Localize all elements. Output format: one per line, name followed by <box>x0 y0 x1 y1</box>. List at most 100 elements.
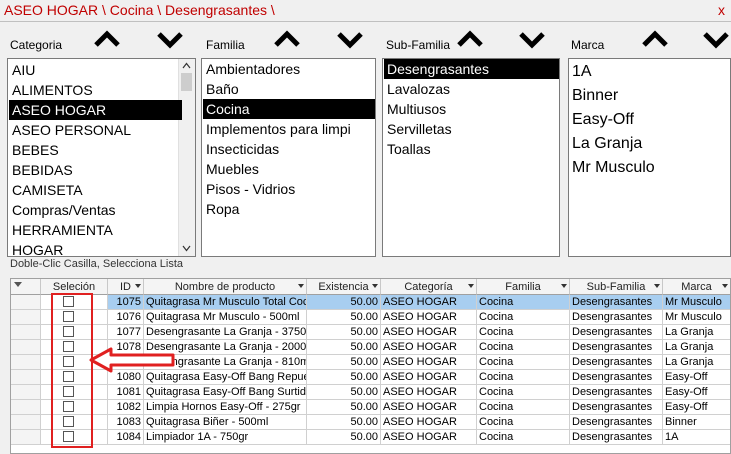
cell-id[interactable]: 1082 <box>108 400 144 415</box>
cell-sub[interactable]: Desengrasantes <box>570 370 663 385</box>
subfamilia-list-item[interactable]: Desengrasantes <box>384 59 559 79</box>
cell-name[interactable]: Quitagrasa Mr Musculo Total Coc <box>144 295 307 310</box>
cell-sub[interactable]: Desengrasantes <box>570 295 663 310</box>
cell-marca[interactable]: 1A <box>663 430 730 445</box>
cell-fam[interactable]: Cocina <box>477 355 570 370</box>
cell-marca[interactable]: La Granja <box>663 340 730 355</box>
row-header[interactable] <box>11 355 41 370</box>
cell-fam[interactable]: Cocina <box>477 325 570 340</box>
cell-sub[interactable]: Desengrasantes <box>570 325 663 340</box>
cell-sub[interactable]: Desengrasantes <box>570 385 663 400</box>
categoria-list-item[interactable]: HERRAMIENTA <box>9 220 182 240</box>
cell-sub[interactable]: Desengrasantes <box>570 400 663 415</box>
marca-list[interactable]: 1A Binner Easy-Off La Granja Mr Musculo <box>568 58 731 257</box>
cell-name[interactable]: Limpia Hornos Easy-Off - 275gr <box>144 400 307 415</box>
cell-stock[interactable]: 50.00 <box>307 310 381 325</box>
familia-list-item[interactable]: Pisos - Vidrios <box>203 179 295 199</box>
cell-stock[interactable]: 50.00 <box>307 370 381 385</box>
scroll-up-icon[interactable] <box>182 62 191 69</box>
row-header[interactable] <box>11 400 41 415</box>
column-header[interactable]: Nombre de producto <box>144 279 307 295</box>
cell-marca[interactable]: Easy-Off <box>663 385 730 400</box>
cell-stock[interactable]: 50.00 <box>307 340 381 355</box>
cell-cat[interactable]: ASEO HOGAR <box>381 400 477 415</box>
cell-cat[interactable]: ASEO HOGAR <box>381 325 477 340</box>
cell-cat[interactable]: ASEO HOGAR <box>381 415 477 430</box>
marca-up-button[interactable] <box>640 28 670 50</box>
categoria-up-button[interactable] <box>92 28 122 50</box>
filter-icon[interactable] <box>14 282 22 287</box>
categoria-list-item[interactable]: BEBES <box>9 140 182 160</box>
familia-up-button[interactable] <box>272 28 302 50</box>
sort-dropdown-icon[interactable] <box>135 284 141 288</box>
familia-list[interactable]: Ambientadores Baño Cocina Implementos para … <box>201 58 376 257</box>
marca-list-item[interactable]: Binner <box>570 84 618 108</box>
subfamilia-list-item[interactable]: Toallas <box>384 139 431 159</box>
cell-name[interactable]: Quitagrasa Easy-Off Bang Surtido <box>144 385 307 400</box>
cell-fam[interactable]: Cocina <box>477 385 570 400</box>
cell-id[interactable]: 1077 <box>108 325 144 340</box>
cell-marca[interactable]: Easy-Off <box>663 370 730 385</box>
cell-stock[interactable]: 50.00 <box>307 415 381 430</box>
cell-fam[interactable]: Cocina <box>477 400 570 415</box>
sort-dropdown-icon[interactable] <box>654 284 660 288</box>
cell-stock[interactable]: 50.00 <box>307 400 381 415</box>
cell-sub[interactable]: Desengrasantes <box>570 415 663 430</box>
cell-cat[interactable]: ASEO HOGAR <box>381 370 477 385</box>
column-header[interactable]: Sub-Familia <box>570 279 663 295</box>
row-header[interactable] <box>11 370 41 385</box>
familia-list-item[interactable]: Insecticidas <box>203 139 279 159</box>
cell-id[interactable]: 1083 <box>108 415 144 430</box>
column-header[interactable]: Existencia <box>307 279 381 295</box>
cell-stock[interactable]: 50.00 <box>307 295 381 310</box>
column-header[interactable]: Categoría <box>381 279 477 295</box>
cell-cat[interactable]: ASEO HOGAR <box>381 310 477 325</box>
column-header[interactable]: Marca <box>663 279 730 295</box>
cell-name[interactable]: Limpiador 1A - 750gr <box>144 430 307 445</box>
marca-list-item[interactable]: 1A <box>570 60 592 84</box>
row-header[interactable] <box>11 340 41 355</box>
cell-cat[interactable]: ASEO HOGAR <box>381 385 477 400</box>
row-header[interactable] <box>11 295 41 310</box>
categoria-list-item[interactable]: AIU <box>9 60 182 80</box>
marca-list-item[interactable]: Easy-Off <box>570 108 634 132</box>
cell-name[interactable]: Quitagrasa Biñer - 500ml <box>144 415 307 430</box>
cell-sub[interactable]: Desengrasantes <box>570 340 663 355</box>
cell-marca[interactable]: La Granja <box>663 355 730 370</box>
familia-list-item[interactable]: Baño <box>203 79 239 99</box>
cell-name[interactable]: Quitagrasa Mr Musculo - 500ml <box>144 310 307 325</box>
categoria-list-item[interactable]: ALIMENTOS <box>9 80 182 100</box>
subfamilia-list-item[interactable]: Servilletas <box>384 119 452 139</box>
familia-list-item[interactable]: Cocina <box>203 99 375 119</box>
categoria-list-item[interactable]: HOGAR <box>9 240 182 256</box>
row-header[interactable] <box>11 310 41 325</box>
cell-id[interactable]: 1076 <box>108 310 144 325</box>
cell-marca[interactable]: Mr Musculo <box>663 310 730 325</box>
cell-id[interactable]: 1084 <box>108 430 144 445</box>
scrollbar-thumb[interactable] <box>181 73 192 91</box>
marca-down-button[interactable] <box>701 28 731 50</box>
row-header[interactable] <box>11 430 41 445</box>
cell-cat[interactable]: ASEO HOGAR <box>381 295 477 310</box>
row-header[interactable] <box>11 325 41 340</box>
categoria-list-item[interactable]: BEBIDAS <box>9 160 182 180</box>
subfamilia-down-button[interactable] <box>517 28 547 50</box>
cell-stock[interactable]: 50.00 <box>307 385 381 400</box>
cell-id[interactable]: 1081 <box>108 385 144 400</box>
column-header[interactable]: Familia <box>477 279 570 295</box>
cell-marca[interactable]: La Granja <box>663 325 730 340</box>
cell-sub[interactable]: Desengrasantes <box>570 355 663 370</box>
row-header[interactable] <box>11 385 41 400</box>
cell-name[interactable]: Desengrasante La Granja - 3750r <box>144 325 307 340</box>
cell-cat[interactable]: ASEO HOGAR <box>381 430 477 445</box>
categoria-down-button[interactable] <box>155 28 185 50</box>
categoria-list-item[interactable]: Compras/Ventas <box>9 200 182 220</box>
column-header[interactable]: ID <box>108 279 144 295</box>
cell-fam[interactable]: Cocina <box>477 340 570 355</box>
cell-fam[interactable]: Cocina <box>477 370 570 385</box>
cell-stock[interactable]: 50.00 <box>307 430 381 445</box>
cell-marca[interactable]: Easy-Off <box>663 400 730 415</box>
cell-fam[interactable]: Cocina <box>477 430 570 445</box>
cell-id[interactable]: 1075 <box>108 295 144 310</box>
cell-fam[interactable]: Cocina <box>477 310 570 325</box>
